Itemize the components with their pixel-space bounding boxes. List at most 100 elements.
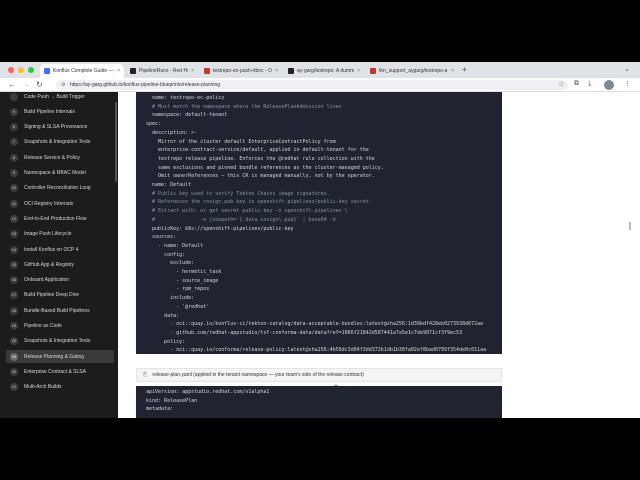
tab-close-icon[interactable]: × bbox=[272, 68, 278, 74]
code-line: description: >- bbox=[146, 129, 198, 136]
sidebar-item-label: Build Pipeline Internals bbox=[24, 108, 75, 115]
browser-tab[interactable]: thn_support_aygarg/testrepo-a × bbox=[366, 64, 458, 78]
page-scrollbar[interactable] bbox=[629, 222, 631, 230]
tab-favicon-icon bbox=[130, 68, 136, 74]
menu-icon[interactable]: ⋮ bbox=[624, 80, 631, 88]
file-icon: ⎘ bbox=[143, 372, 148, 378]
sidebar-item[interactable]: 11 OCI Registry Internals bbox=[6, 197, 114, 210]
sidebar-item-label: Enterprise Contract & SLSA bbox=[24, 368, 86, 375]
tab-strip: Konflux Complete Guide — from R×Pipeline… bbox=[0, 62, 640, 78]
maximize-window-dot[interactable] bbox=[28, 67, 34, 73]
sidebar-item-label: Install Konflux on OCP 4 bbox=[24, 246, 79, 253]
sidebar-item[interactable]: 9 Namespace & RBAC Model bbox=[6, 167, 114, 180]
downloads-icon[interactable]: ⤓ bbox=[588, 80, 591, 88]
sidebar-item-number: 21 bbox=[10, 383, 18, 392]
code-block-ec-policy: name: testrepo-ec-policy # Must match th… bbox=[136, 92, 502, 354]
sidebar-item[interactable]: 17 Build Pipeline Deep Dive bbox=[6, 289, 114, 302]
close-window-dot[interactable] bbox=[8, 67, 14, 73]
tab-label: ay-garg/testrepo: A dummy rep bbox=[297, 68, 355, 74]
sidebar-item[interactable]: 5 Build Pipeline Internals bbox=[6, 105, 114, 118]
sidebar-item-label: Build Pipeline Deep Dive bbox=[24, 292, 80, 299]
sidebar-item-label: End-to-End Production Flow bbox=[24, 215, 87, 222]
sidebar-item[interactable]: 7 Snapshots & Integration Tests bbox=[6, 136, 114, 149]
sidebar-item[interactable]: 12 End-to-End Production Flow bbox=[6, 212, 114, 225]
browser-tab[interactable]: PipelineRuns - Red Hat OpenShift× bbox=[126, 64, 198, 78]
sidebar-item-number: 20 bbox=[10, 367, 18, 376]
address-bar[interactable]: ⚙ https://ay-garg.github.io/konflux-pipe… bbox=[56, 80, 568, 90]
sidebar-item[interactable]: 20 Snapshots & Integration Tests bbox=[6, 335, 114, 348]
profile-avatar[interactable] bbox=[604, 80, 614, 90]
code-line: metadata: bbox=[146, 406, 174, 412]
back-icon[interactable]: ← bbox=[8, 80, 16, 89]
sidebar-item[interactable]: 13 Image Push Lifecycle bbox=[6, 228, 114, 241]
sidebar-scrollbar[interactable] bbox=[115, 102, 117, 182]
code-line: testrepo release pipeline. Enforces the … bbox=[146, 155, 375, 162]
code-line: enterprise-contract-service/default, app… bbox=[146, 147, 369, 154]
tab-close-icon[interactable]: × bbox=[188, 68, 194, 74]
sidebar-item-number: 16 bbox=[10, 276, 18, 285]
reload-icon[interactable]: ↻ bbox=[36, 80, 43, 89]
sidebar-item[interactable]: 16 Onboard Application bbox=[6, 274, 114, 287]
code-line: policy: bbox=[146, 338, 186, 345]
sidebar-item-label: Bundle-Based Build Pipelines bbox=[24, 307, 90, 314]
code-line: publicKey: k8s://openshift-pipelines/pub… bbox=[146, 225, 294, 232]
tab-favicon-icon bbox=[288, 68, 294, 74]
sidebar-item[interactable]: 14 Install Konflux on OCP 4 bbox=[6, 243, 114, 256]
new-tab-icon[interactable]: + bbox=[462, 65, 467, 74]
code-line: - rpm_repos bbox=[146, 286, 210, 293]
code-line: Omit ownerReferences — this CR is manage… bbox=[146, 173, 375, 180]
tab-close-icon[interactable]: × bbox=[448, 68, 454, 74]
sidebar-item-number: 15 bbox=[10, 260, 18, 269]
sidebar-item-label: Snapshots & Integration Tests bbox=[24, 338, 91, 345]
code-line: exclude: bbox=[146, 260, 195, 267]
tab-search-icon[interactable]: ⌄ bbox=[624, 65, 630, 73]
sidebar-item[interactable]: 19 Pipeline as Code bbox=[6, 320, 114, 333]
sidebar-item[interactable]: 21 Multi-Arch Builds bbox=[6, 381, 114, 394]
site-info-icon[interactable]: ⚙ bbox=[61, 80, 65, 90]
code-line: - hermetic_task bbox=[146, 269, 222, 275]
code-line: kind: ReleasePlan bbox=[146, 397, 198, 404]
sidebar-item-label: OCI Registry Internals bbox=[24, 200, 74, 207]
sidebar-item-number: 10 bbox=[10, 184, 18, 193]
sidebar-item-number: 20 bbox=[10, 337, 18, 346]
browser-tab[interactable]: ay-garg/testrepo: A dummy rep× bbox=[284, 64, 364, 78]
code-line: # References the cosign.pub key in opens… bbox=[146, 199, 372, 206]
code-line: - name: Default bbox=[146, 242, 204, 249]
sidebar-item-number: 9 bbox=[10, 169, 18, 177]
forward-icon[interactable]: → bbox=[22, 80, 30, 89]
sidebar-item-number: 18 bbox=[10, 306, 18, 315]
sidebar-item[interactable]: Code Push → Build Trigger bbox=[6, 92, 114, 103]
extensions-icon[interactable]: ⧉ bbox=[574, 80, 579, 88]
sidebar-item-label: GitHub App & Registry bbox=[24, 261, 75, 268]
bookmark-star-icon[interactable]: ☆ bbox=[558, 80, 564, 88]
sidebar-item-number: 17 bbox=[10, 291, 18, 300]
code-caption: ⎘ release-plan.yaml (applied in the tena… bbox=[136, 368, 502, 382]
sidebar-item[interactable]: 18 Bundle-Based Build Pipelines bbox=[6, 304, 114, 317]
sidebar-item[interactable]: 19 Release Planning & Gating bbox=[6, 350, 114, 364]
code-line: name: testrepo-ec-policy bbox=[146, 95, 225, 101]
tab-close-icon[interactable]: × bbox=[114, 68, 120, 74]
browser-tab[interactable]: testrepo-on-push-rtbnc - OpenS× bbox=[200, 64, 282, 78]
code-block-release-plan: apiVersion: appstudio.redhat.com/v1alpha… bbox=[136, 386, 502, 418]
browser-toolbar: ← → ↻ ⚙ https://ay-garg.github.io/konflu… bbox=[0, 78, 640, 92]
code-caption-text: release-plan.yaml (applied in the tenant… bbox=[152, 372, 364, 378]
code-line: - source_image bbox=[146, 277, 219, 284]
sidebar-item[interactable]: 8 Release Service & Policy bbox=[6, 151, 114, 164]
sidebar-item-label: Multi-Arch Builds bbox=[24, 384, 62, 391]
sidebar-item[interactable]: 20 Enterprise Contract & SLSA bbox=[6, 365, 114, 378]
minimize-window-dot[interactable] bbox=[18, 67, 24, 73]
sidebar-item-number: 14 bbox=[10, 245, 18, 254]
sidebar-item-label: Release Planning & Gating bbox=[24, 353, 85, 360]
sidebar-item[interactable]: 15 GitHub App & Registry bbox=[6, 258, 114, 271]
tab-favicon-icon bbox=[204, 68, 210, 74]
sidebar-item[interactable]: 10 Controller Reconciliation Loop bbox=[6, 182, 114, 195]
sidebar-item[interactable]: 6 Signing & SLSA Provenance bbox=[6, 121, 114, 134]
mouse-cursor-icon: ⌖ bbox=[334, 383, 338, 390]
sidebar-item-label: Snapshots & Integration Tests bbox=[24, 139, 91, 146]
browser-tab[interactable]: Konflux Complete Guide — from R× bbox=[40, 64, 124, 78]
sidebar-item-label: Namespace & RBAC Model bbox=[24, 170, 86, 176]
sidebar-item-number: 13 bbox=[10, 230, 18, 239]
code-line: config: bbox=[146, 251, 186, 258]
tab-label: testrepo-on-push-rtbnc - OpenS bbox=[213, 68, 272, 74]
tab-close-icon[interactable]: × bbox=[354, 68, 360, 74]
